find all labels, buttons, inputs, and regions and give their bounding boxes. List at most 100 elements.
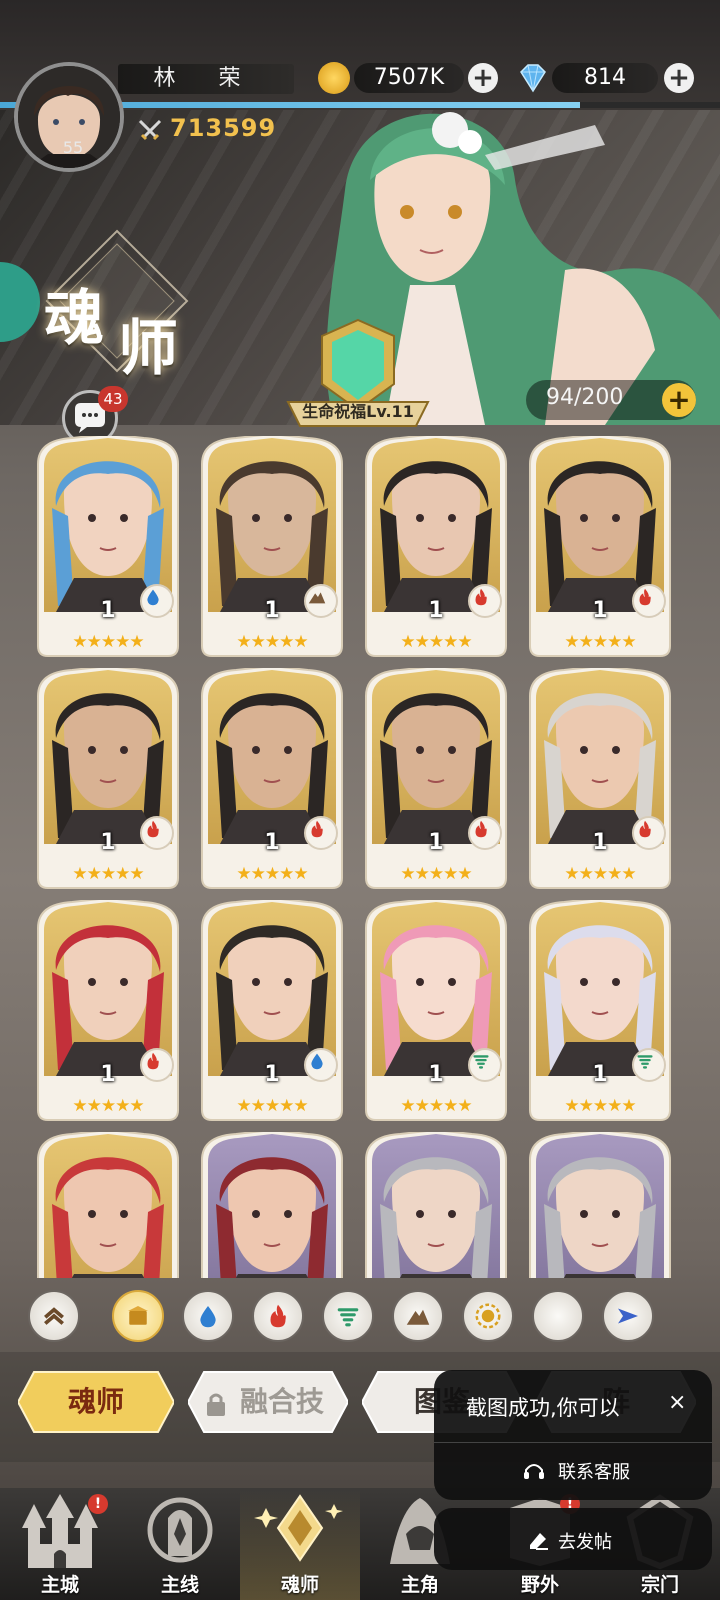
rank-filter-icon: [44, 1307, 64, 1325]
card-star-rating: ★★★★★: [564, 1096, 636, 1116]
filter-dark-button[interactable]: [532, 1290, 584, 1342]
filter-fire-button[interactable]: [252, 1290, 304, 1342]
card-frame: [529, 668, 671, 889]
tab-hunshi[interactable]: 魂师: [18, 1370, 174, 1434]
player-level: 55: [62, 138, 84, 157]
soul-master-card[interactable]: 1 ★★★★★: [362, 668, 510, 890]
card-star-rating: ★★★★★: [72, 864, 144, 884]
card-star-rating: ★★★★★: [236, 1096, 308, 1116]
tab-ronghe[interactable]: 融合技: [188, 1370, 348, 1434]
main-city-alert: !: [88, 1494, 108, 1514]
main-quest-icon: [147, 1497, 213, 1563]
soul-master-grid: 1 ★★★★★ 1 ★★★★★ 1 ★★★★★ 1 ★★★★★ 1 ★★★★★ …: [0, 428, 720, 1278]
card-frame: [365, 1132, 507, 1278]
card-frame: [529, 1132, 671, 1278]
crossed-swords-icon: [138, 119, 162, 141]
go-post-button[interactable]: 去发帖: [558, 1528, 612, 1554]
fire-element-icon: [468, 816, 502, 850]
fire-element-icon: [140, 1048, 174, 1082]
filter-wind-button[interactable]: [322, 1290, 374, 1342]
toast-message: 截图成功,你可以: [466, 1396, 620, 1420]
filter-water-button[interactable]: [182, 1290, 234, 1342]
soul-master-card[interactable]: [198, 1132, 346, 1278]
card-star-rating: ★★★★★: [400, 1096, 472, 1116]
nav-hunshi-label: 魂师: [280, 1574, 319, 1596]
soul-master-card[interactable]: 1 ★★★★★: [362, 900, 510, 1122]
water-filter-icon: [200, 1306, 216, 1328]
card-star-rating: ★★★★★: [236, 632, 308, 652]
nav-main-line[interactable]: 主线: [120, 1488, 240, 1600]
card-frame: [37, 900, 179, 1121]
card-star-rating: ★★★★★: [400, 864, 472, 884]
water-element-icon: [140, 584, 174, 618]
nav-sect-label: 宗门: [640, 1574, 679, 1596]
soul-master-card[interactable]: [526, 1132, 674, 1278]
soul-master-card[interactable]: 1 ★★★★★: [34, 436, 182, 658]
soul-master-card[interactable]: 1 ★★★★★: [198, 900, 346, 1122]
wind-element-icon: [468, 1048, 502, 1082]
nav-hunshi[interactable]: 魂师: [240, 1488, 360, 1600]
card-frame: [37, 436, 179, 657]
filter-rank-button[interactable]: [28, 1290, 80, 1342]
combat-power: 713599: [170, 114, 277, 142]
soul-master-card[interactable]: 1 ★★★★★: [34, 900, 182, 1122]
card-frame: [365, 900, 507, 1121]
soul-master-card[interactable]: [34, 1132, 182, 1278]
blessing-label: 生命祝福Lv.11: [302, 402, 414, 421]
soul-master-card[interactable]: 1 ★★★★★: [198, 668, 346, 890]
fire-element-icon: [140, 816, 174, 850]
gold-coin-icon: [318, 62, 350, 94]
page-title-char-2: 师: [118, 314, 178, 384]
card-frame: [529, 900, 671, 1121]
dark-filter-icon: [551, 1306, 562, 1326]
card-frame: [201, 1132, 343, 1278]
soul-master-card[interactable]: [362, 1132, 510, 1278]
eraser-pen-icon: [530, 1533, 548, 1550]
card-star-rating: ★★★★★: [236, 864, 308, 884]
nav-protagonist-label: 主角: [400, 1574, 439, 1596]
filter-earth-button[interactable]: [392, 1290, 444, 1342]
card-star-rating: ★★★★★: [72, 632, 144, 652]
player-name: 林 荣: [118, 64, 294, 94]
soul-master-icon: [254, 1494, 343, 1562]
soul-master-card[interactable]: 1 ★★★★★: [526, 900, 674, 1122]
filter-special-button[interactable]: [602, 1290, 654, 1342]
tab-hunshi-label: 魂师: [67, 1385, 124, 1418]
page-title-char-1: 魂: [44, 284, 104, 354]
nav-wild-label: 野外: [520, 1574, 559, 1596]
soul-master-card[interactable]: 1 ★★★★★: [34, 668, 182, 890]
water-element-icon: [304, 1048, 338, 1082]
card-frame: [529, 436, 671, 657]
card-star-rating: ★★★★★: [564, 864, 636, 884]
soul-master-card[interactable]: 1 ★★★★★: [362, 436, 510, 658]
gold-amount: 7507K: [354, 63, 464, 93]
special-filter-icon: [618, 1308, 638, 1324]
roster-capacity-text: 94/200: [546, 385, 624, 410]
expand-capacity-button[interactable]: +: [662, 383, 696, 417]
card-star-rating: ★★★★★: [72, 1096, 144, 1116]
fire-element-icon: [468, 584, 502, 618]
earth-element-icon: [304, 584, 338, 618]
card-frame: [365, 668, 507, 889]
card-frame: [37, 668, 179, 889]
soul-master-card[interactable]: 1 ★★★★★: [198, 436, 346, 658]
filter-light-button[interactable]: [462, 1290, 514, 1342]
add-diamond-button[interactable]: +: [664, 63, 694, 93]
wind-filter-icon: [337, 1308, 359, 1327]
diamond-amount: 814: [552, 63, 658, 93]
card-star-rating: ★★★★★: [564, 632, 636, 652]
toast-close-button[interactable]: ×: [668, 1390, 686, 1415]
toast-divider: [434, 1442, 712, 1443]
contact-service-button[interactable]: 联系客服: [558, 1458, 630, 1484]
add-gold-button[interactable]: +: [468, 63, 498, 93]
nav-main-line-label: 主线: [160, 1574, 199, 1596]
fire-element-icon: [632, 816, 666, 850]
fire-element-icon: [304, 816, 338, 850]
nav-main-city[interactable]: ! 主城: [0, 1488, 120, 1600]
tab-ronghe-label: 融合技: [239, 1385, 324, 1418]
soul-master-card[interactable]: 1 ★★★★★: [526, 668, 674, 890]
fire-filter-icon: [270, 1304, 286, 1328]
light-filter-icon: [475, 1303, 501, 1329]
soul-master-card[interactable]: 1 ★★★★★: [526, 436, 674, 658]
filter-all-button[interactable]: [112, 1290, 164, 1342]
